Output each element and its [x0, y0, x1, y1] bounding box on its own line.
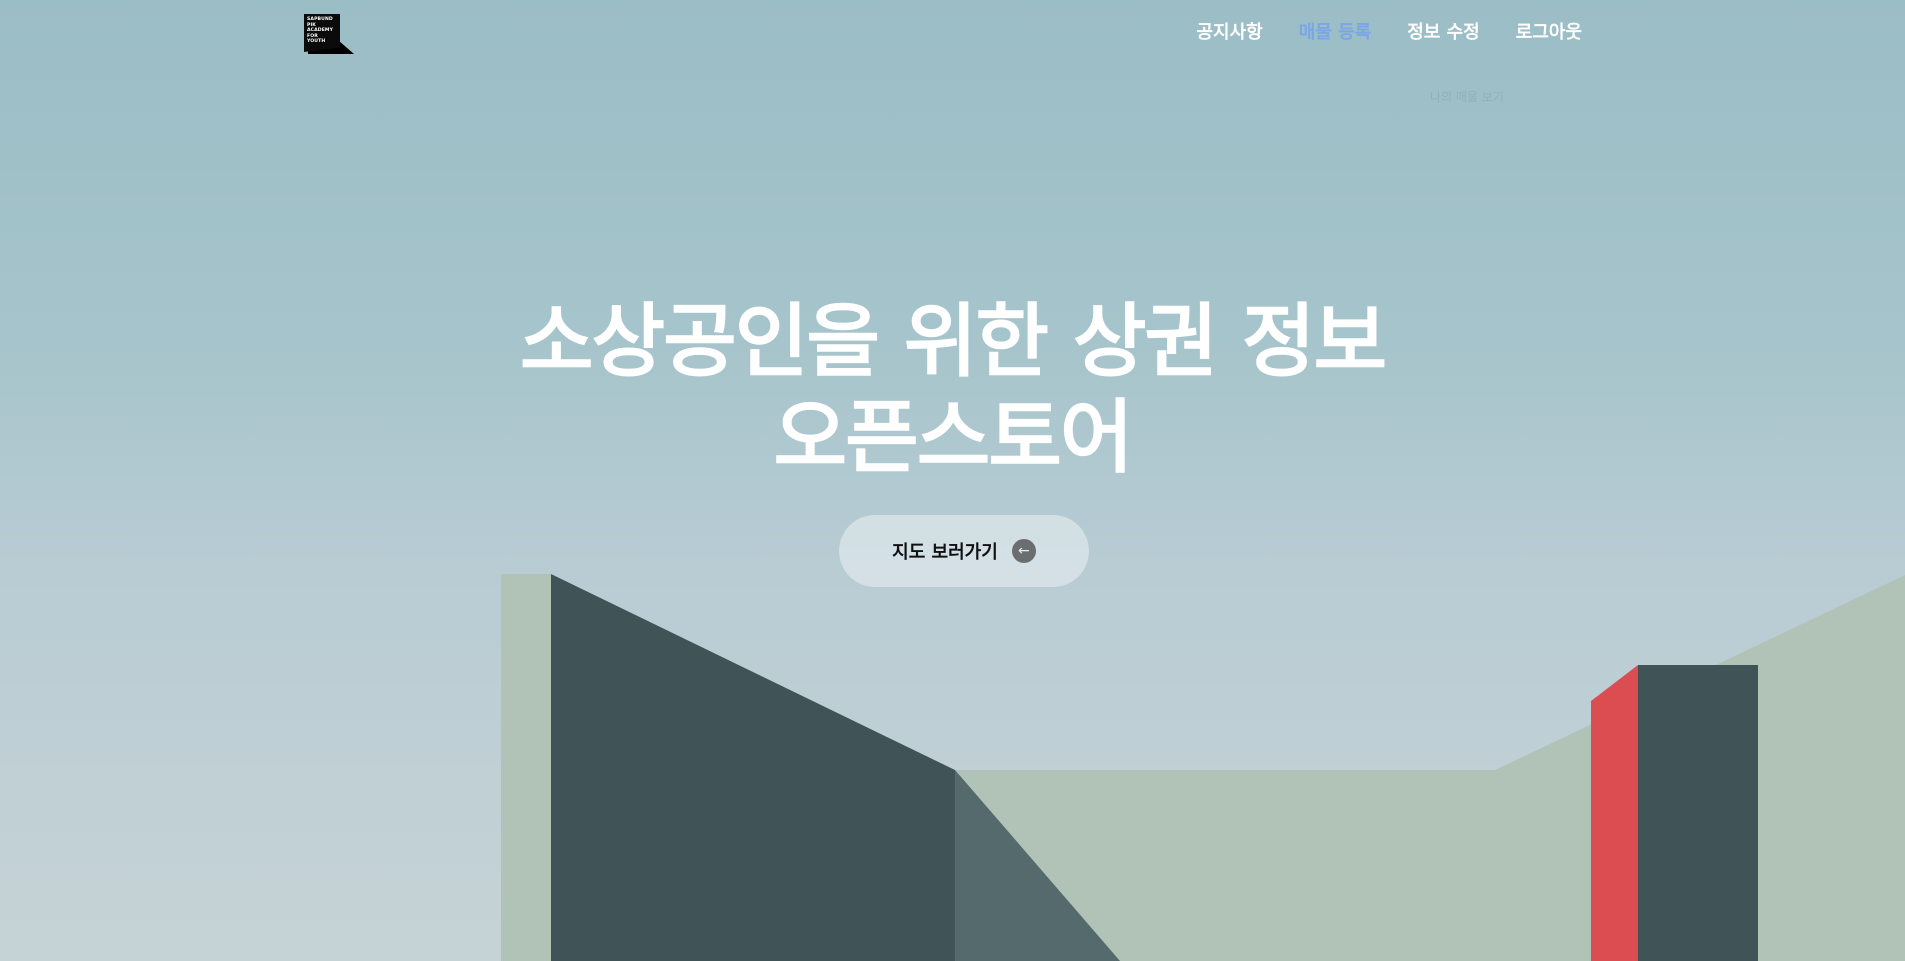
sage-wall-right — [955, 575, 1905, 961]
page: SAPBUND PIK ACADEMY FOR YOUTH 공지사항 매물 등록… — [0, 0, 1905, 961]
nav-submenu-hint[interactable]: 나의 매물 보기 — [1430, 88, 1504, 105]
dark-tower — [1638, 665, 1758, 961]
nav-item-register-listing[interactable]: 매물 등록 — [1299, 18, 1372, 44]
main-nav: 공지사항 매물 등록 정보 수정 로그아웃 — [1196, 18, 1582, 44]
view-map-button-label: 지도 보러가기 — [892, 542, 998, 563]
site-logo[interactable]: SAPBUND PIK ACADEMY FOR YOUTH — [304, 14, 354, 54]
nav-item-edit-info[interactable]: 정보 수정 — [1407, 18, 1480, 44]
view-map-button[interactable]: 지도 보러가기 ← — [839, 515, 1089, 587]
logo-mark: SAPBUND PIK ACADEMY FOR YOUTH — [304, 14, 340, 52]
hero-title-line-1: 소상공인을 위한 상권 정보 — [519, 295, 1387, 388]
dark-ramp-building — [551, 574, 955, 961]
nav-item-notices[interactable]: 공지사항 — [1196, 18, 1262, 44]
hero-title-line-2: 오픈스토어 — [773, 391, 1134, 484]
logo-text: SAPBUND PIK ACADEMY FOR YOUTH — [307, 17, 334, 45]
sage-wall-left — [501, 574, 551, 961]
red-tower-face — [1591, 665, 1638, 961]
hero-title: 소상공인을 위한 상권 정보 오픈스토어 — [0, 294, 1905, 486]
nav-item-logout[interactable]: 로그아웃 — [1516, 18, 1582, 44]
arrow-left-icon: ← — [1011, 539, 1036, 563]
